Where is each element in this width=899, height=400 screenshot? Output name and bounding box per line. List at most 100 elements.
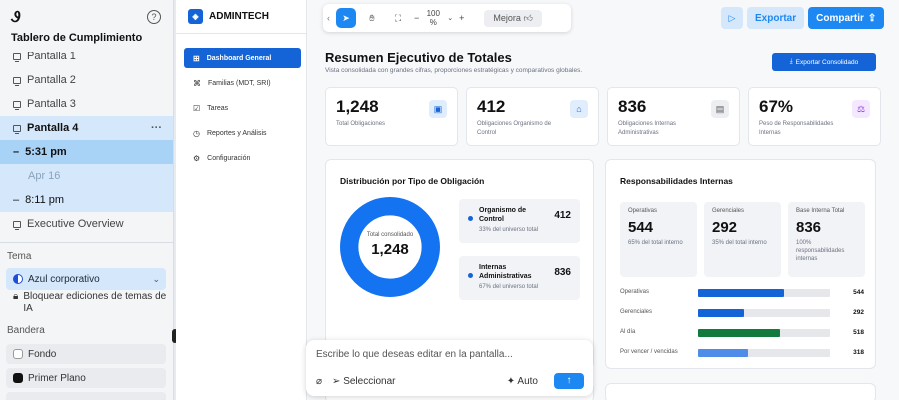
bar-row: Operativas 544 xyxy=(620,288,864,298)
foreground-option[interactable]: Primer Plano xyxy=(6,368,166,388)
screen-list: Pantalla 1 Pantalla 2 Pantalla 3 Pantalla 4… xyxy=(0,52,173,241)
screen-item[interactable]: –8:11 pm xyxy=(0,188,173,212)
bar-value: 518 xyxy=(853,329,864,336)
canvas: ◈ ADMINTECH ⊞ Dashboard General ⌘ Familias … xyxy=(176,0,899,400)
hand-tool-button[interactable]: ✋︎ xyxy=(362,8,382,28)
left-panel-header: Ꮽ ? Tablero de Cumplimiento xyxy=(0,0,173,52)
zoom-in-button[interactable]: + xyxy=(459,13,464,23)
brand: ◈ ADMINTECH xyxy=(176,0,306,34)
auto-mode-button[interactable]: ✦ Auto xyxy=(507,376,538,387)
app-sidebar: ◈ ADMINTECH ⊞ Dashboard General ⌘ Familias … xyxy=(176,0,307,400)
lock-label: Bloquear ediciones de temas de IA xyxy=(23,291,167,314)
distribution-title: Distribución por Tipo de Obligación xyxy=(340,176,485,186)
more-icon[interactable]: ··· xyxy=(151,122,162,134)
preview-button[interactable]: ▷ xyxy=(721,7,743,29)
monitor-icon xyxy=(13,100,21,110)
screen-item[interactable]: Executive Overview xyxy=(0,212,173,236)
lock-icon: 🔒︎ xyxy=(13,291,19,302)
kpi-label: Obligaciones Organismo de Control xyxy=(477,121,552,136)
chat-box[interactable]: Escribe lo que deseas editar en la panta… xyxy=(306,340,593,396)
page-subtitle: Vista consolidada con grandes cifras, pr… xyxy=(325,67,583,74)
shield-icon: ◈ xyxy=(188,9,203,24)
bar-label: Por vencer / vencidas xyxy=(620,349,678,355)
zoom-level[interactable]: 100 % xyxy=(425,9,441,27)
responsibility-stat-card: Base Interna Total 836 100% responsabilida… xyxy=(788,202,865,277)
screen-item[interactable]: Pantalla 1 xyxy=(0,52,173,68)
kpi-label: Peso de Responsabilidades Internas xyxy=(759,121,834,136)
responsibilities-title: Responsabilidades Internas xyxy=(620,176,733,186)
screen-item[interactable]: Apr 16 xyxy=(0,164,173,188)
responsibility-stat-card: Operativas 544 65% del total interno xyxy=(620,202,697,277)
legend-pct: 33% del universo total xyxy=(479,227,539,233)
nav-item[interactable]: ◷ Reportes y Análisis xyxy=(184,123,301,143)
chevron-down-icon[interactable]: ⌄ xyxy=(447,14,453,22)
scale-icon: ⚖ xyxy=(852,100,870,118)
export-button[interactable]: Exportar xyxy=(747,7,805,29)
stat-title: Operativas xyxy=(628,208,658,214)
bar-row: Por vencer / vencidas 318 xyxy=(620,348,864,358)
export-consolidated-button[interactable]: ⤓ Exportar Consolidado xyxy=(772,53,876,71)
page-title: Resumen Ejecutivo de Totales xyxy=(325,50,512,65)
zoom-out-button[interactable]: − xyxy=(414,13,419,23)
project-title: Tablero de Cumplimiento xyxy=(11,32,143,44)
bar-row: Gerenciales 292 xyxy=(620,308,864,318)
bar-fill xyxy=(698,329,780,337)
send-button[interactable]: ↑ xyxy=(554,373,584,389)
screen-item[interactable]: –5:31 pm xyxy=(0,140,173,164)
help-icon[interactable]: ? xyxy=(147,10,161,24)
share-label: Compartir xyxy=(816,12,864,24)
screen-item-label: Pantalla 4 xyxy=(27,122,79,134)
fit-screen-button[interactable]: ⛶ xyxy=(388,8,408,28)
improve-button[interactable]: Mejora 👍︎ xyxy=(484,9,542,27)
download-icon: ⤓ xyxy=(789,58,793,65)
hierarchy-icon: ⌘ xyxy=(193,78,201,88)
kpi-label: Obligaciones Internas Administrativas xyxy=(618,121,677,136)
app-logo: Ꮽ xyxy=(11,9,21,26)
nav-item[interactable]: ☑ Tareas xyxy=(184,98,301,118)
foreground-option-label: Primer Plano xyxy=(28,372,86,384)
donut-center: Total consolidado 1,248 xyxy=(339,232,441,258)
background-option[interactable]: Fondo xyxy=(6,344,166,364)
bar-label: Operativas xyxy=(620,289,650,295)
divider xyxy=(0,242,173,243)
hand-icon: ✋︎ xyxy=(369,12,375,23)
screen-item[interactable]: Pantalla 2 xyxy=(0,68,173,92)
bar-track xyxy=(698,349,830,357)
theme-select[interactable]: Azul corporativo ⌄ xyxy=(6,268,166,290)
editor-toolbar: ‹ ➤ ✋︎ ⛶ − 100 % ⌄ + Mejora 👍︎ xyxy=(323,4,571,32)
gear-icon: ⚙ xyxy=(193,153,201,163)
donut-center-value: 1,248 xyxy=(371,241,409,258)
screen-item-label: Executive Overview xyxy=(27,218,124,230)
nav-item[interactable]: ⚙ Configuración xyxy=(184,148,301,168)
lock-ai-theme-toggle[interactable]: 🔒︎ Bloquear ediciones de temas de IA xyxy=(13,291,168,315)
chat-input[interactable]: Escribe lo que deseas editar en la panta… xyxy=(316,349,513,360)
kpi-card: 836 Obligaciones Internas Administrativas… xyxy=(607,87,740,146)
stat-title: Base Interna Total xyxy=(796,208,845,214)
nav-item[interactable]: ⊞ Dashboard General xyxy=(184,48,301,68)
bar-value: 318 xyxy=(853,349,864,356)
export-consolidated-label: Exportar Consolidado xyxy=(795,58,859,66)
responsibility-stat-card: Gerenciales 292 35% del total interno xyxy=(704,202,781,277)
nav-item-label: Dashboard General xyxy=(206,54,272,62)
zoom-unit: % xyxy=(429,18,437,27)
tema-label: Tema xyxy=(7,251,32,262)
monitor-icon xyxy=(13,76,21,86)
screen-item[interactable]: Pantalla 4 ··· xyxy=(0,116,173,140)
auto-label: Auto xyxy=(517,375,538,387)
screen-item[interactable]: Pantalla 3 xyxy=(0,92,173,116)
legend-item: Internas Administrativas 836 67% del uni… xyxy=(459,256,580,300)
screen-item-label: Apr 16 xyxy=(28,170,61,182)
attach-icon[interactable]: ⌀ xyxy=(316,376,322,387)
stat-title: Gerenciales xyxy=(712,208,745,214)
share-button[interactable]: Compartir ⇪ xyxy=(808,7,885,29)
chevron-left-icon[interactable]: ‹ xyxy=(327,13,330,23)
bar-fill xyxy=(698,289,784,297)
screen-item[interactable]: Executive Overview xyxy=(0,236,173,241)
bandera-option[interactable] xyxy=(6,392,166,400)
legend-name: Organismo de Control xyxy=(479,207,527,223)
nav-item[interactable]: ⌘ Familias (MDT, SRI) xyxy=(184,73,301,93)
stat-subtitle: 100% responsabilidades internas xyxy=(796,240,845,262)
select-button[interactable]: ➢ Seleccionar xyxy=(332,376,395,387)
pointer-tool-button[interactable]: ➤ xyxy=(336,8,356,28)
stat-subtitle: 65% del total interno xyxy=(628,240,683,246)
